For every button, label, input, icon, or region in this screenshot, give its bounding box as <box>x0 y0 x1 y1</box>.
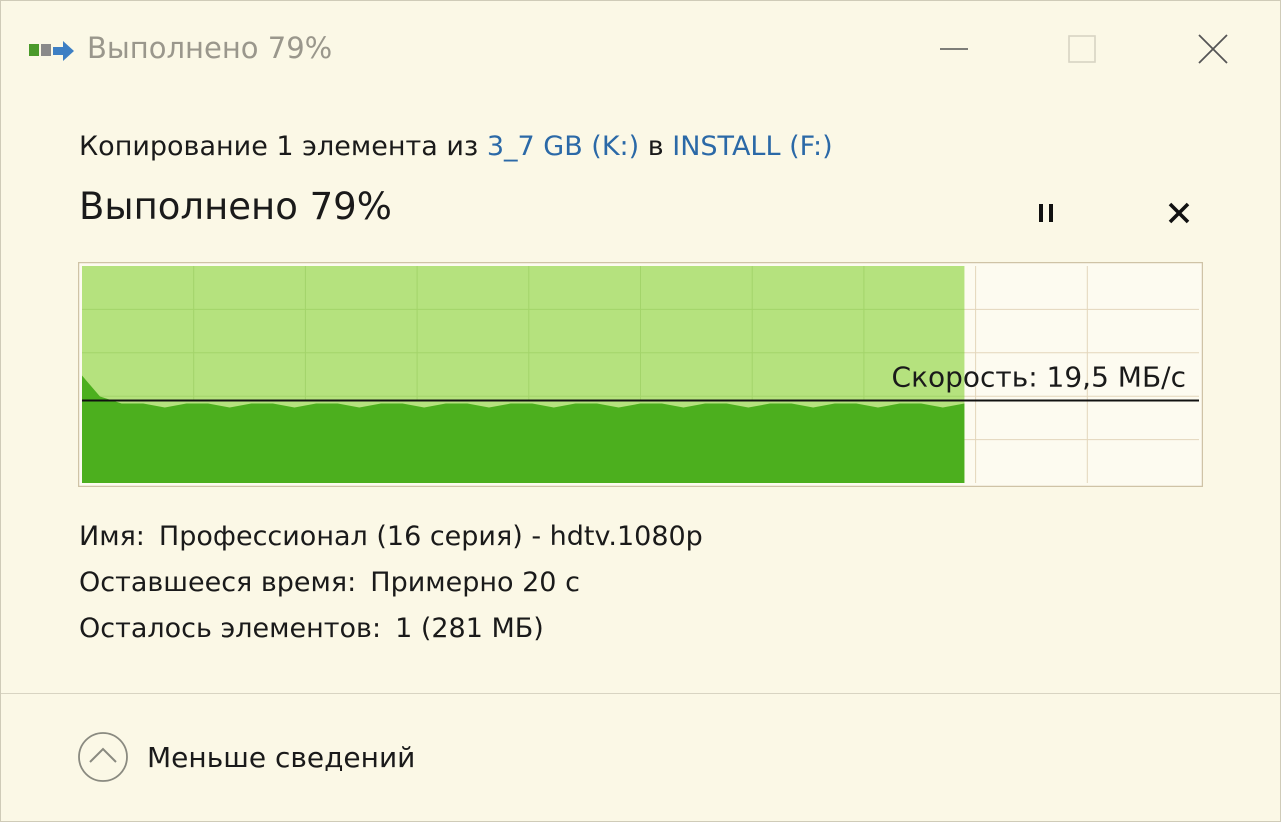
time-remaining-label: Оставшееся время: <box>79 567 357 598</box>
destination-link[interactable]: INSTALL (F:) <box>672 131 832 162</box>
minimize-button[interactable] <box>926 23 982 75</box>
speed-label: Скорость: 19,5 МБ/с <box>892 361 1186 394</box>
cancel-button[interactable] <box>1159 191 1199 235</box>
close-icon <box>1198 34 1228 64</box>
minimize-icon <box>940 48 968 50</box>
name-label: Имя: <box>79 521 145 552</box>
window-title: Выполнено 79% <box>87 31 333 65</box>
pause-button[interactable] <box>1026 191 1066 235</box>
detail-name-row: Имя: Профессионал (16 серия) - hdtv.1080p <box>79 521 703 567</box>
title-bar[interactable]: Выполнено 79% <box>1 1 1280 101</box>
maximize-button[interactable] <box>1054 23 1110 75</box>
items-remaining-label: Осталось элементов: <box>79 613 382 644</box>
time-remaining-value: Примерно 20 с <box>370 567 580 598</box>
less-details-button[interactable]: Меньше сведений <box>77 731 415 783</box>
pause-icon <box>1039 204 1053 222</box>
operation-middle: в <box>639 131 673 162</box>
maximize-icon <box>1068 35 1096 63</box>
footer: Меньше сведений <box>1 694 1280 821</box>
source-link[interactable]: 3_7 GB (K:) <box>487 131 639 162</box>
cancel-icon <box>1168 202 1190 224</box>
operation-prefix: Копирование 1 элемента из <box>79 131 487 162</box>
copy-progress-window: Выполнено 79% Копирование 1 элемента из … <box>0 0 1281 822</box>
speed-graph: Скорость: 19,5 МБ/с <box>78 262 1203 487</box>
detail-time-row: Оставшееся время: Примерно 20 с <box>79 567 703 613</box>
items-remaining-value: 1 (281 МБ) <box>395 613 544 644</box>
name-value: Профессионал (16 серия) - hdtv.1080p <box>158 521 703 552</box>
details-panel: Имя: Профессионал (16 серия) - hdtv.1080p… <box>79 521 703 659</box>
operation-description: Копирование 1 элемента из 3_7 GB (K:) в … <box>79 131 833 162</box>
less-details-label: Меньше сведений <box>147 740 416 774</box>
window-close-button[interactable] <box>1185 23 1241 75</box>
chevron-up-circle-icon <box>78 732 128 782</box>
detail-items-row: Осталось элементов: 1 (281 МБ) <box>79 613 703 659</box>
progress-headline: Выполнено 79% <box>79 185 392 228</box>
copy-files-icon <box>29 41 74 61</box>
